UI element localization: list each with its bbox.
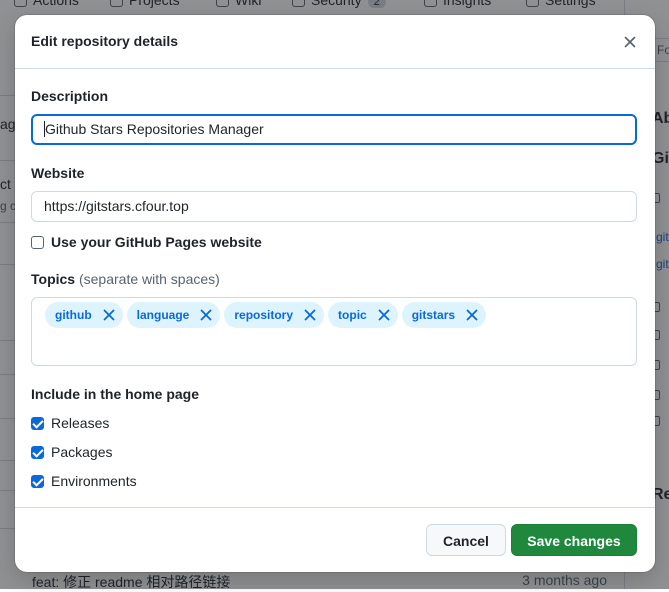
packages-option[interactable]: Packages: [31, 444, 112, 462]
github-pages-label: Use your GitHub Pages website: [51, 234, 262, 250]
x-icon: [378, 309, 390, 321]
topic-chip: language: [126, 302, 221, 328]
remove-topic-button[interactable]: [376, 307, 392, 323]
dialog-title: Edit repository details: [31, 33, 179, 49]
cancel-button[interactable]: Cancel: [426, 524, 506, 556]
topic-chip: github: [45, 302, 123, 328]
releases-checkbox[interactable]: [31, 417, 44, 430]
topic-chip: repository: [224, 302, 325, 328]
edit-repository-dialog: Edit repository details Description Gith…: [15, 15, 655, 572]
dialog-footer: Cancel Save changes: [15, 507, 655, 572]
remove-topic-button[interactable]: [302, 307, 318, 323]
dialog-header: Edit repository details: [15, 15, 655, 69]
x-icon: [466, 309, 478, 321]
environments-label: Environments: [51, 473, 137, 489]
x-icon: [103, 309, 115, 321]
topic-label: github: [55, 308, 92, 322]
x-icon: [304, 309, 316, 321]
topic-chip: gitstars: [401, 302, 487, 328]
topics-input[interactable]: github language repository topic gitstar…: [31, 297, 637, 366]
topics-label-text: Topics: [31, 271, 76, 287]
packages-checkbox[interactable]: [31, 446, 44, 459]
github-pages-checkbox[interactable]: [31, 236, 44, 249]
topic-chip: topic: [328, 302, 398, 328]
github-pages-option[interactable]: Use your GitHub Pages website: [31, 234, 262, 252]
topic-label: gitstars: [411, 308, 456, 322]
description-input[interactable]: Github Stars Repositories Manager: [31, 114, 637, 145]
home-page-label: Include in the home page: [31, 386, 200, 402]
packages-label: Packages: [51, 444, 113, 460]
remove-topic-button[interactable]: [101, 307, 117, 323]
website-input[interactable]: https://gitstars.cfour.top: [31, 191, 637, 222]
releases-label: Releases: [51, 415, 110, 431]
remove-topic-button[interactable]: [198, 307, 214, 323]
close-button[interactable]: [619, 31, 641, 53]
topic-label: topic: [338, 308, 367, 322]
x-icon: [624, 36, 636, 48]
topic-label: repository: [234, 308, 294, 322]
remove-topic-button[interactable]: [464, 307, 480, 323]
environments-checkbox[interactable]: [31, 475, 44, 488]
save-changes-button[interactable]: Save changes: [511, 524, 637, 556]
releases-option[interactable]: Releases: [31, 415, 109, 433]
topic-label: language: [136, 308, 190, 322]
x-icon: [200, 309, 212, 321]
website-label: Website: [31, 165, 85, 181]
environments-option[interactable]: Environments: [31, 473, 137, 491]
topics-hint: (separate with spaces): [78, 271, 220, 287]
description-value: Github Stars Repositories Manager: [45, 121, 264, 137]
description-label: Description: [31, 88, 109, 104]
topics-label: Topics (separate with spaces): [31, 271, 220, 287]
topics-list: github language repository topic gitstar…: [45, 302, 487, 328]
website-value: https://gitstars.cfour.top: [44, 198, 189, 214]
